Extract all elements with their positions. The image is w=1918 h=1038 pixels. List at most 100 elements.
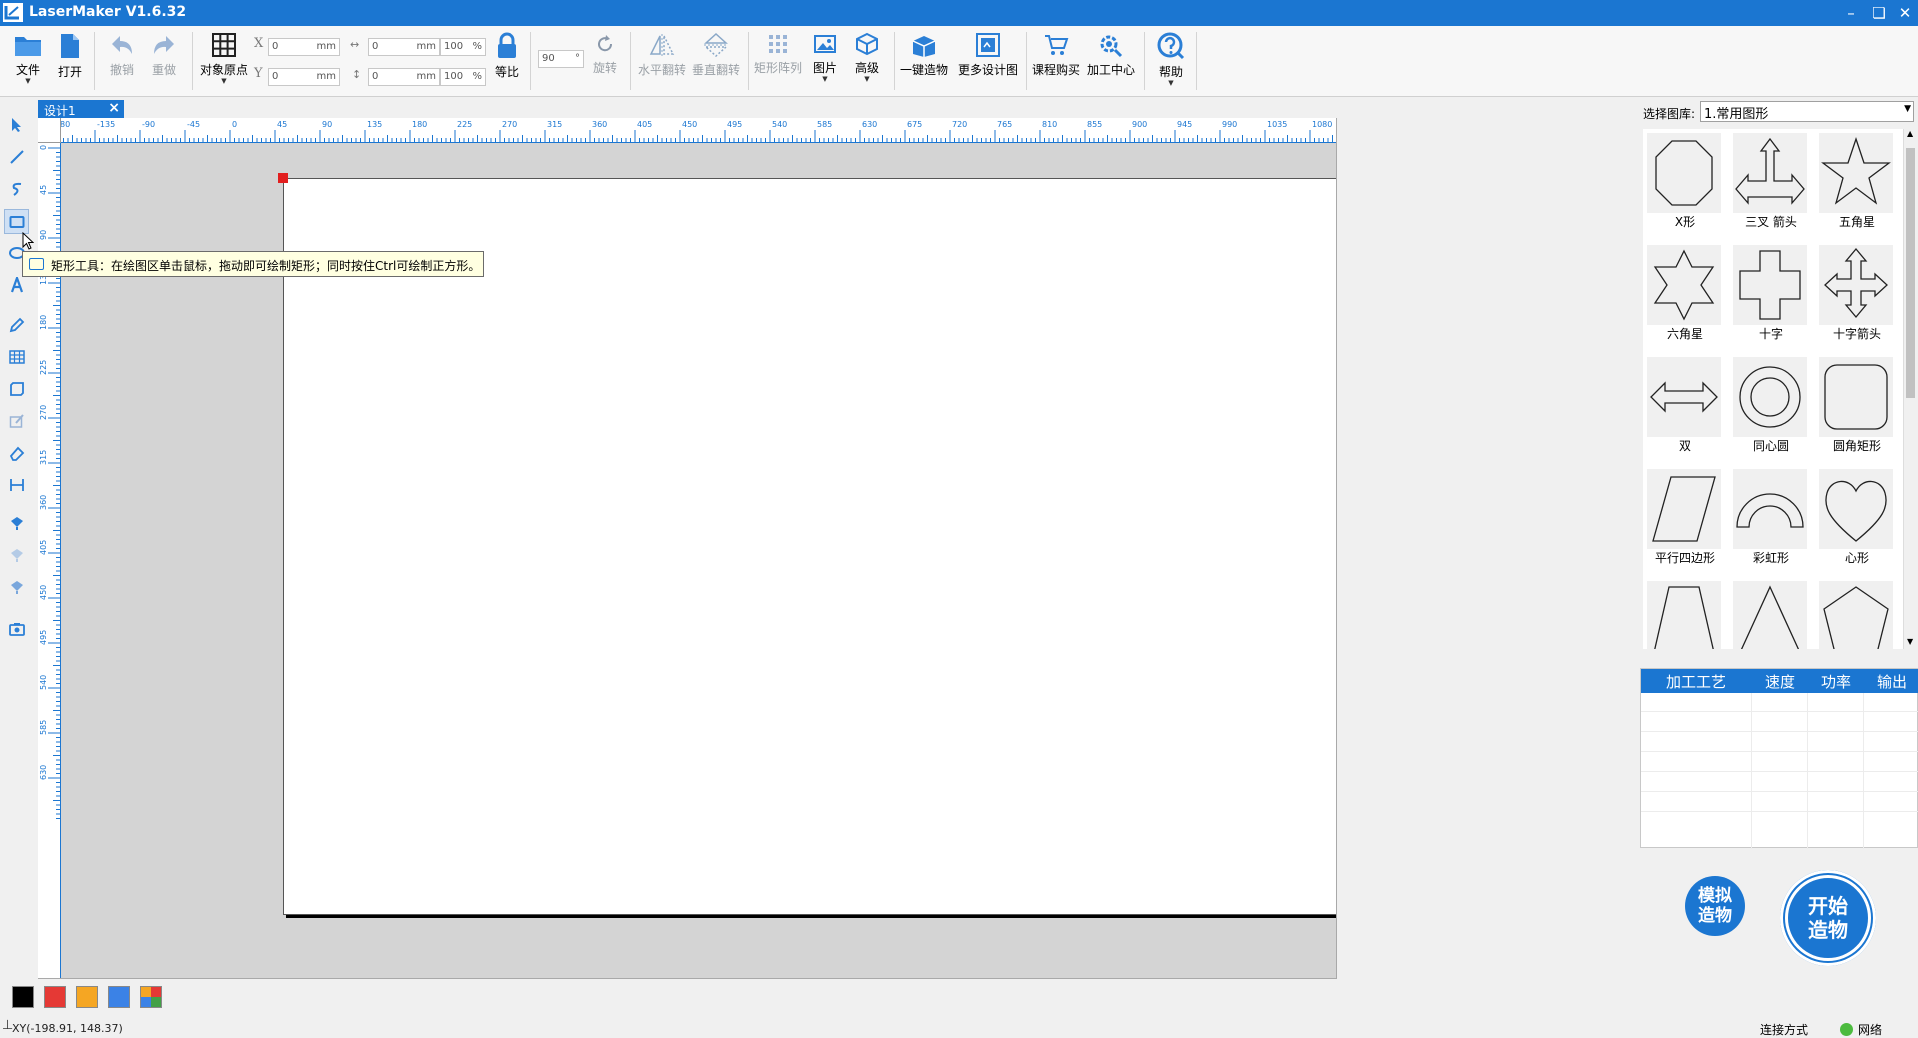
shape-item[interactable] [1729,577,1807,649]
grid-origin-icon [212,33,236,57]
file-button[interactable]: 文件 ▼ [8,30,48,90]
parallelogram-icon [1647,469,1721,549]
undo-button[interactable]: 撤销 [102,30,142,90]
cursor-arrow-icon [11,118,21,132]
shape-item[interactable] [1815,577,1893,649]
shape-item[interactable]: 平行四边形 [1643,465,1721,575]
connection-mode-label[interactable]: 连接方式 [1760,1021,1808,1038]
start-make-button[interactable]: 开始 造物 [1780,870,1876,966]
process-table-header: 加工工艺 速度 功率 输出 [1641,669,1918,693]
box-icon [912,36,936,57]
network-label[interactable]: 网络 [1858,1021,1882,1038]
shape-gallery: X形 三叉 箭头 五角星六角星 十字 十字箭头双 同心圆 圆角矩形平行四边形 彩虹形 心形 [1643,129,1903,649]
shape-item[interactable]: 三叉 箭头 [1729,129,1807,239]
more-designs-button[interactable]: 更多设计图 [956,30,1020,90]
shape-item[interactable]: 双 [1643,353,1721,463]
color-swatch-black[interactable] [12,986,34,1008]
ruler-label: 945 [1177,120,1192,129]
array-grid-icon [769,35,787,53]
scale-x-input[interactable]: 100% [440,38,486,56]
ruler-label: 630 [862,120,877,129]
camera-tool[interactable] [4,617,29,642]
scroll-down-icon[interactable]: ▼ [1907,637,1913,646]
measure-tool[interactable] [4,473,29,498]
eraser-tool[interactable] [4,441,29,466]
close-button[interactable]: ✕ [1892,2,1918,24]
course-buy-button[interactable]: 课程购买 [1030,30,1082,90]
gallery-scrollbar-thumb[interactable] [1906,148,1915,398]
shape-item[interactable]: 五角星 [1815,129,1893,239]
flip-horizontal-button[interactable]: 水平翻转 [636,30,688,90]
open-button[interactable]: 打开 [52,30,88,90]
shape-item[interactable]: 十字 [1729,241,1807,351]
eraser-icon [9,446,24,461]
redo-button[interactable]: 重做 [144,30,184,90]
scale-y-input[interactable]: 100% [440,68,486,86]
ruler-label: 1080 [1312,120,1332,129]
one-click-make-button[interactable]: 一键造物 [898,30,950,90]
horizontal-ruler: -180 -135 -90 -45 0 45 90 135 180 225 270 315 360 405… [38,118,1336,143]
ruler-label: 540 [772,120,787,129]
ruler-label: 45 [39,185,48,195]
frame-tool[interactable] [4,377,29,402]
shape-item[interactable]: 同心圆 [1729,353,1807,463]
work-area[interactable] [283,178,1336,915]
simulate-make-button[interactable]: 模拟 造物 [1685,876,1745,936]
select-tool[interactable] [4,113,29,138]
shape-item[interactable] [1643,577,1721,649]
redo-icon [154,36,174,54]
ruler-label: 270 [502,120,517,129]
curve-tool[interactable] [4,177,29,202]
shape-item[interactable]: 十字箭头 [1815,241,1893,351]
drawing-canvas[interactable]: -180 -135 -90 -45 0 45 90 135 180 225 270 315 360 405… [38,118,1337,979]
library-select[interactable]: 1.常用图形 ▼ [1700,101,1914,122]
horizontal-ruler-ticks: -180 -135 -90 -45 0 45 90 135 180 225 270 315 360 405… [49,120,1333,142]
fill-light-tool[interactable] [4,543,29,568]
rect-array-button[interactable]: 矩形阵列 [752,30,804,90]
origin-marker[interactable] [278,173,288,183]
color-swatch-orange[interactable] [76,986,98,1008]
tab-design-1[interactable]: 设计1 × [38,100,124,118]
width-input[interactable]: 0 mm [368,38,440,56]
position-y-input[interactable]: 0 mm [268,68,340,86]
image-icon [814,35,836,53]
ruler-label: 360 [592,120,607,129]
tab-close-icon[interactable]: × [108,100,120,116]
position-x-input[interactable]: 0 mm [268,38,340,56]
color-swatch-red[interactable] [44,986,66,1008]
color-swatch-blue[interactable] [108,986,130,1008]
line-tool[interactable] [4,145,29,170]
rectangle-tool[interactable] [4,209,29,234]
rotate-angle-input[interactable]: 90 ° [538,50,584,68]
lock-ratio-button[interactable]: 等比 [490,30,524,90]
restore-button[interactable]: ❏ [1866,2,1892,24]
edit-tool[interactable] [4,409,29,434]
shape-item[interactable]: 心形 [1815,465,1893,575]
ruler-label: 765 [997,120,1012,129]
col-power: 功率 [1820,673,1851,691]
color-swatch-multicolor[interactable] [140,986,162,1008]
ruler-label: 450 [39,585,48,600]
shape-item[interactable]: 彩虹形 [1729,465,1807,575]
image-button[interactable]: 图片 ▼ [808,30,842,90]
shape-item[interactable]: 六角星 [1643,241,1721,351]
table-tool[interactable] [4,345,29,370]
scroll-up-icon[interactable]: ▲ [1907,129,1913,138]
height-input[interactable]: 0 mm [368,68,440,86]
fill-tool[interactable] [4,511,29,536]
design-gallery-icon [976,33,1000,57]
pen-tool[interactable] [4,313,29,338]
curve-icon [12,182,21,196]
advanced-button[interactable]: 高级 ▼ [848,30,886,90]
flip-vertical-button[interactable]: 垂直翻转 [690,30,742,90]
rotate-button[interactable]: 旋转 [588,30,622,90]
cross-icon [1733,245,1807,325]
process-center-button[interactable]: 加工中心 [1084,30,1138,90]
help-button[interactable]: 帮助 ▼ [1152,30,1190,90]
fill-outline-tool[interactable] [4,575,29,600]
shape-item[interactable]: 圆角矩形 [1815,353,1893,463]
measure-icon [9,479,24,491]
shape-item[interactable]: X形 [1643,129,1721,239]
object-origin-button[interactable]: 对象原点 ▼ [198,30,250,90]
minimize-button[interactable]: – [1838,2,1864,24]
